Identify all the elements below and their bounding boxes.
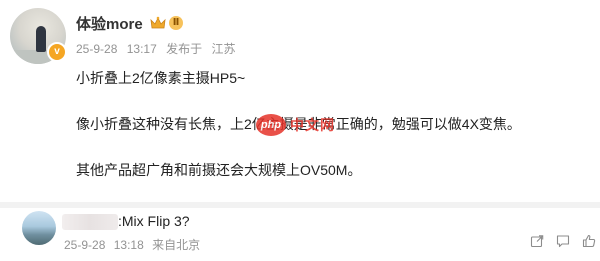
- comment-avatar[interactable]: [22, 211, 56, 245]
- post-location: 江苏: [211, 42, 236, 56]
- post-line-1: 小折叠上2亿像素主摄HP5~: [76, 70, 246, 86]
- comment-text: :Mix Flip 3?: [118, 213, 190, 229]
- weibo-post: v 体验more Ⅱ 25-9-28 13:17 发布于 江苏 小折叠上2亿像素…: [0, 0, 600, 202]
- comment-icon[interactable]: [556, 234, 570, 248]
- comment-item: :Mix Flip 3? 25-9-28 13:18 来自北京: [0, 208, 600, 261]
- watermark: php 中文网: [256, 114, 335, 136]
- comment-source: 来自北京: [152, 238, 201, 252]
- post-time[interactable]: 13:17: [127, 42, 157, 56]
- level-badge: Ⅱ: [168, 16, 184, 30]
- comment-actions: [518, 234, 596, 248]
- comment-username-redacted: [62, 214, 118, 230]
- avatar-figure: [36, 26, 46, 52]
- post-meta: 25-9-28 13:17 发布于 江苏: [76, 40, 241, 57]
- post-date: 25-9-28: [76, 42, 118, 56]
- username-row: 体验more Ⅱ: [76, 12, 184, 34]
- post-location-prefix: 发布于: [166, 42, 203, 56]
- watermark-logo: php: [256, 114, 286, 136]
- comment-meta: 25-9-28 13:18 来自北京: [64, 236, 205, 253]
- comment-date: 25-9-28: [64, 238, 106, 252]
- verified-badge-icon: v: [47, 42, 67, 62]
- share-icon[interactable]: [530, 234, 544, 248]
- post-line-3: 其他产品超广角和前摄还会大规模上OV50M。: [76, 162, 362, 178]
- user-avatar-container[interactable]: v: [10, 8, 67, 64]
- username[interactable]: 体验more: [76, 13, 143, 34]
- crown-icon: [150, 16, 166, 29]
- watermark-text: 中文网: [290, 117, 335, 133]
- like-icon[interactable]: [582, 234, 596, 248]
- comment-time: 13:18: [113, 238, 144, 252]
